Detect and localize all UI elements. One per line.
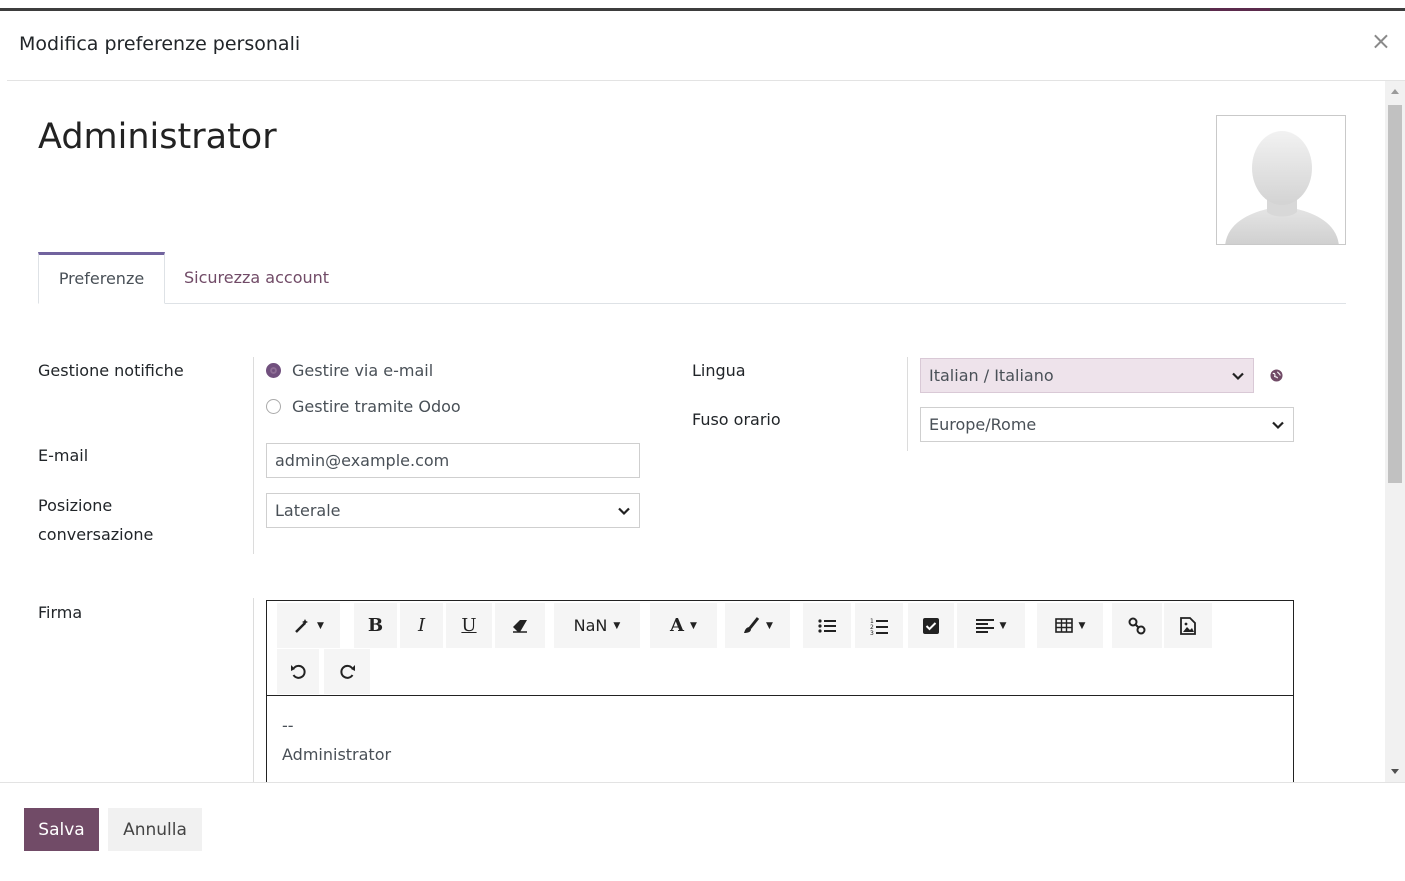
- caret-down-icon: ▼: [613, 620, 621, 631]
- radio-label-odoo: Gestire tramite Odoo: [292, 397, 461, 416]
- tab-preferences[interactable]: Preferenze: [38, 252, 165, 304]
- scrollbar-thumb[interactable]: [1388, 105, 1402, 483]
- caret-down-icon: ▼: [317, 620, 324, 631]
- radio-checked-icon[interactable]: [266, 363, 281, 378]
- svg-text:3: 3: [870, 630, 874, 635]
- column-divider: [253, 357, 254, 554]
- editor-content[interactable]: -- Administrator: [282, 711, 391, 769]
- timezone-label: Fuso orario: [692, 410, 781, 429]
- redo-button[interactable]: [324, 649, 370, 694]
- editor-toolbar: ▼ B I U NaN ▼ A ▼ ▼ 123 ▼ ▼: [267, 601, 1293, 696]
- close-icon[interactable]: ×: [1371, 29, 1391, 53]
- signature-line-separator: --: [282, 716, 294, 735]
- numbered-list-button[interactable]: 123: [855, 603, 903, 648]
- dialog-footer: Salva Annulla: [0, 782, 1405, 881]
- user-placeholder-icon: [1225, 131, 1339, 244]
- chevron-down-icon: [618, 507, 630, 516]
- save-button[interactable]: Salva: [24, 808, 99, 851]
- chevron-down-icon: [1272, 421, 1284, 430]
- record-title: Administrator: [38, 117, 277, 157]
- background-color-dropdown[interactable]: ▼: [725, 603, 790, 648]
- email-label: E-mail: [38, 446, 89, 465]
- timezone-select[interactable]: Europe/Rome: [920, 407, 1294, 442]
- cancel-button[interactable]: Annulla: [108, 808, 202, 851]
- redo-icon: [339, 664, 355, 679]
- font-size-dropdown[interactable]: NaN ▼: [554, 603, 640, 648]
- underline-button[interactable]: U: [446, 603, 492, 648]
- radio-label-email: Gestire via e-mail: [292, 361, 434, 380]
- dialog-header: Modifica preferenze personali ×: [7, 11, 1405, 81]
- avatar-image[interactable]: [1216, 115, 1346, 245]
- table-dropdown[interactable]: ▼: [1037, 603, 1103, 648]
- scroll-down-arrow-icon[interactable]: [1391, 769, 1399, 774]
- italic-button[interactable]: I: [400, 603, 443, 648]
- caret-down-icon: ▼: [766, 620, 773, 631]
- notebook-tabs: Preferenze Sicurezza account: [38, 252, 1346, 304]
- column-divider-signature: [253, 598, 254, 782]
- image-button[interactable]: [1164, 603, 1212, 648]
- dialog-body[interactable]: Administrator Preferenze Sicurezza accou…: [7, 81, 1385, 782]
- table-icon: [1054, 618, 1073, 633]
- paintbrush-icon: [744, 616, 760, 633]
- image-file-icon: [1180, 616, 1196, 635]
- tab-account-security[interactable]: Sicurezza account: [184, 252, 329, 304]
- link-icon: [1128, 617, 1146, 634]
- timezone-value: Europe/Rome: [929, 415, 1037, 434]
- language-label: Lingua: [692, 361, 746, 380]
- magic-style-button[interactable]: ▼: [277, 603, 340, 648]
- eraser-icon: [513, 619, 527, 633]
- font-size-value: NaN: [573, 616, 608, 635]
- align-dropdown[interactable]: ▼: [957, 603, 1025, 648]
- font-color-label: A: [670, 615, 685, 636]
- radio-option-email[interactable]: Gestire via e-mail: [266, 361, 433, 380]
- language-select[interactable]: Italian / Italiano: [920, 358, 1254, 393]
- caret-down-icon: ▼: [999, 620, 1007, 631]
- numbered-list-icon: 123: [870, 618, 888, 635]
- chat-position-value: Laterale: [275, 501, 341, 520]
- scroll-up-arrow-icon[interactable]: [1391, 89, 1399, 94]
- bullet-list-icon: [818, 618, 836, 633]
- language-value: Italian / Italiano: [929, 366, 1054, 385]
- signature-line-name: Administrator: [282, 745, 392, 764]
- eraser-button[interactable]: [495, 603, 545, 648]
- link-button[interactable]: [1112, 603, 1162, 648]
- align-left-icon: [975, 618, 994, 633]
- undo-button[interactable]: [277, 649, 319, 694]
- dialog-title: Modifica preferenze personali: [19, 33, 301, 55]
- chat-position-label-line2: conversazione: [38, 525, 154, 544]
- magic-wand-icon: [295, 618, 309, 633]
- notification-label: Gestione notifiche: [38, 361, 184, 380]
- checklist-button[interactable]: [908, 603, 954, 648]
- chevron-down-icon: [1232, 372, 1244, 381]
- column-divider-right: [907, 357, 908, 451]
- email-field[interactable]: admin@example.com: [266, 443, 640, 478]
- vertical-scrollbar[interactable]: [1385, 81, 1405, 782]
- chat-position-select[interactable]: Laterale: [266, 493, 640, 528]
- caret-down-icon: ▼: [1078, 620, 1086, 631]
- bold-button[interactable]: B: [354, 603, 397, 648]
- font-color-dropdown[interactable]: A ▼: [650, 603, 717, 648]
- globe-icon[interactable]: [1270, 369, 1283, 382]
- signature-label: Firma: [38, 603, 83, 622]
- bullet-list-button[interactable]: [803, 603, 851, 648]
- chat-position-label-line1: Posizione: [38, 496, 113, 515]
- undo-icon: [290, 664, 306, 679]
- checkbox-icon: [923, 617, 939, 634]
- caret-down-icon: ▼: [690, 620, 697, 631]
- radio-option-odoo[interactable]: Gestire tramite Odoo: [266, 397, 461, 416]
- signature-editor[interactable]: ▼ B I U NaN ▼ A ▼ ▼ 123 ▼ ▼ -- Administr…: [266, 600, 1294, 782]
- radio-unchecked-icon[interactable]: [266, 399, 281, 414]
